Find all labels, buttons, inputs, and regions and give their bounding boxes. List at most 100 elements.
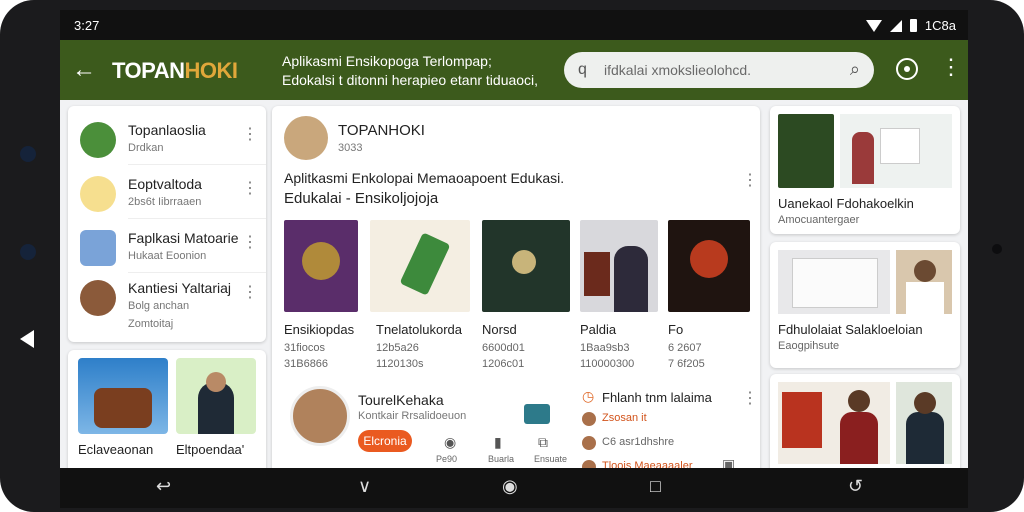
book-cover xyxy=(778,114,834,188)
more-vert-icon[interactable]: ⋮ xyxy=(242,232,258,252)
thumbnail-image xyxy=(840,114,952,188)
more-vert-icon[interactable]: ⋮ xyxy=(242,178,258,198)
nav-bar: ↩ ∨ ◉ □ ↺ xyxy=(60,468,968,508)
list-item[interactable]: Eoptvaltoda 2bs6t Iibrraaen ⋮ xyxy=(68,166,266,218)
brand-logo[interactable]: TOPANHOKI xyxy=(112,58,238,84)
list-item[interactable]: Kantiesi Yaltariaj Bolg anchan Zomtoitaj… xyxy=(68,270,266,340)
more-vert-icon[interactable]: ⋮ xyxy=(742,388,758,408)
more-vert-icon[interactable]: ⋮ xyxy=(242,282,258,302)
list-item-sub: Hukaat Eoonion xyxy=(128,250,207,262)
thumbnail-image[interactable] xyxy=(78,358,168,434)
list-item-title: Eoptvaltoda xyxy=(128,176,202,192)
right-card[interactable] xyxy=(770,374,960,478)
search-bar[interactable]: q ifdkalai xmokslieolohcd. ⌕ xyxy=(564,52,874,88)
book-meta: 12b5a26 xyxy=(376,342,419,354)
more-vert-icon[interactable]: ⋮ xyxy=(242,124,258,144)
book-cover[interactable] xyxy=(482,220,570,312)
book-cover[interactable] xyxy=(284,220,358,312)
right-card[interactable]: Uanekaol Fdohakoelkin Amocuantergaer xyxy=(770,106,960,234)
left-thumbs-card: Eclaveaonan Eltpoendaa' xyxy=(68,350,266,478)
action-label: Ensuate xyxy=(534,454,568,464)
right-card-title: Uanekaol Fdohakoelkin xyxy=(778,196,914,211)
back-arrow-icon[interactable]: ← xyxy=(72,56,96,84)
signal-icon xyxy=(889,19,902,32)
location-icon[interactable]: ◉ xyxy=(444,434,456,451)
list-item-title: Kantiesi Yaltariaj xyxy=(128,280,231,296)
app-bar: ← TOPANHOKI Aplikasmi Ensikopoga Terlomp… xyxy=(60,40,968,100)
side-item[interactable]: C6 asr1dhshre xyxy=(602,436,674,448)
thumbnail-caption: Eclaveaonan xyxy=(78,442,154,457)
thumbnail-image xyxy=(778,382,890,464)
tagline: Aplikasmi Ensikopoga Terlompap; Edokalsi… xyxy=(282,52,538,90)
bookmark-icon[interactable]: ▮ xyxy=(494,434,502,451)
action-label: Pe90 xyxy=(436,454,458,464)
nav-rotate-icon[interactable]: ↺ xyxy=(848,476,863,497)
book-meta: 1Baa9sb3 xyxy=(580,342,630,354)
book-meta: 1206c01 xyxy=(482,358,525,370)
right-card-sub: Amocuantergaer xyxy=(778,214,860,226)
nav-recents-icon[interactable]: □ xyxy=(650,476,661,497)
search-icon[interactable]: ⌕ xyxy=(850,59,860,80)
book-meta: 6600d01 xyxy=(482,342,525,354)
book-title: Ensikiopdas xyxy=(284,322,355,337)
book-title: Paldia xyxy=(580,322,617,337)
avatar xyxy=(80,230,116,266)
search-placeholder: ifdkalai xmokslieolohcd. xyxy=(604,62,752,78)
list-item-sub: Drdkan xyxy=(128,142,164,154)
nav-home-icon[interactable]: ◉ xyxy=(502,476,518,497)
profile-stat: 3033 xyxy=(338,142,363,154)
book-cover[interactable] xyxy=(668,220,750,312)
screen: 3:27 1C8a ← TOPANHOKI Aplikasmi Ensikopo… xyxy=(60,10,968,504)
author-avatar[interactable] xyxy=(290,386,350,446)
status-bar: 3:27 1C8a xyxy=(60,10,968,40)
nav-down-icon[interactable]: ∨ xyxy=(358,476,371,497)
record-icon[interactable] xyxy=(896,58,918,80)
book-title: Tnelatolukorda xyxy=(376,322,462,337)
list-item[interactable]: Topanlaoslia Drdkan ⋮ xyxy=(68,112,266,164)
book-cover[interactable] xyxy=(370,220,470,312)
brand-main: TOPAN xyxy=(112,58,185,83)
side-item[interactable]: Zsosan it xyxy=(602,412,647,424)
thumbnail-image xyxy=(896,250,952,314)
wifi-icon xyxy=(865,19,882,32)
list-item-title: Topanlaoslia xyxy=(128,122,206,138)
right-sensor-icon xyxy=(992,244,1002,254)
list-item-sub2: Zomtoitaj xyxy=(128,318,174,330)
side-title: Fhlanh tnm lalaima xyxy=(602,390,712,405)
list-item-title: Faplkasi Matoarie xyxy=(128,230,239,246)
action-label: Buarla xyxy=(488,454,515,464)
side-back-icon[interactable] xyxy=(20,330,34,348)
nav-back-icon[interactable]: ↩ xyxy=(156,476,171,497)
list-item[interactable]: Faplkasi Matoarie Hukaat Eoonion ⋮ xyxy=(68,220,266,272)
divider xyxy=(128,218,266,219)
book-cover[interactable] xyxy=(580,220,658,312)
more-vert-icon[interactable]: ⋮ xyxy=(742,170,758,190)
book-meta: 31B6866 xyxy=(284,358,329,370)
tagline-line1: Aplikasmi Ensikopoga Terlompap; xyxy=(282,53,492,69)
book-meta: 31fiocos xyxy=(284,342,325,354)
profile-avatar[interactable] xyxy=(284,116,328,160)
front-camera-icon xyxy=(20,146,36,162)
book-meta: 6 2607 xyxy=(668,342,702,354)
headline: Aplitkasmi Enkolopai Memaoapoent Edukasi… xyxy=(284,170,565,186)
clock-icon: ◷ xyxy=(582,388,595,404)
mini-avatar xyxy=(582,436,596,450)
thumbnail-image xyxy=(896,382,952,464)
status-time: 3:27 xyxy=(74,18,100,33)
right-card-title: Fdhulolaiat Salakloeloian xyxy=(778,322,923,337)
book-meta: 1120130s xyxy=(376,358,424,370)
right-card[interactable]: Fdhulolaiat Salakloeloian Eaogpihsute xyxy=(770,242,960,368)
thumbnail-image xyxy=(778,250,890,314)
more-vert-icon[interactable]: ⋮ xyxy=(940,54,962,80)
right-card-sub: Eaogpihsute xyxy=(778,340,840,352)
thumbnail-image[interactable] xyxy=(176,358,256,434)
share-icon[interactable]: ⧉ xyxy=(538,434,548,451)
avatar xyxy=(80,280,116,316)
author-name: TourelKehaka xyxy=(358,392,444,408)
thumbnail-caption: Eltpoendaa' xyxy=(176,442,245,457)
list-item-sub: Bolg anchan xyxy=(128,300,190,312)
author-button[interactable]: Elcronia xyxy=(358,430,412,452)
divider xyxy=(128,164,266,165)
list-item-sub: 2bs6t Iibrraaen xyxy=(128,196,202,208)
mini-avatar xyxy=(582,412,596,426)
